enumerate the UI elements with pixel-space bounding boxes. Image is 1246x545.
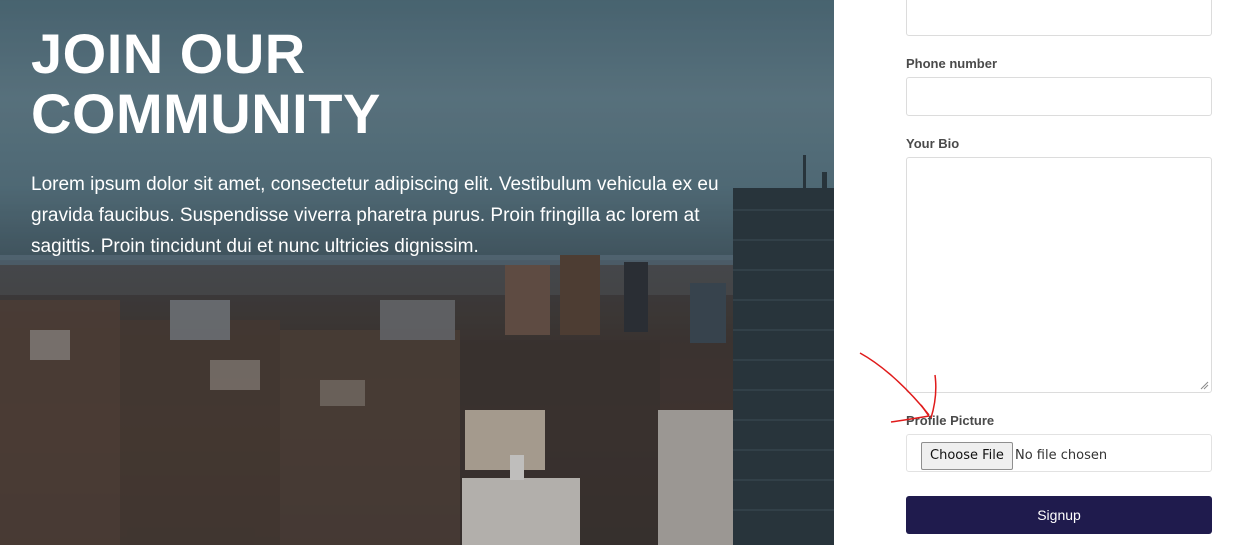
- resize-grip-icon[interactable]: [1200, 381, 1209, 390]
- phone-label: Phone number: [906, 56, 998, 71]
- signup-button[interactable]: Signup: [906, 496, 1212, 534]
- hero-description: Lorem ipsum dolor sit amet, consectetur …: [31, 174, 719, 257]
- profile-picture-input[interactable]: Choose File No file chosen: [906, 434, 1212, 472]
- choose-file-button[interactable]: Choose File: [921, 442, 1013, 470]
- hero-title: JOIN OUR COMMUNITY: [31, 24, 381, 144]
- top-text-field[interactable]: [906, 0, 1212, 36]
- annotation-arrow-scribble: [859, 352, 937, 423]
- bio-textarea[interactable]: [906, 157, 1212, 393]
- bio-label: Your Bio: [906, 136, 960, 151]
- file-status-text: No file chosen: [1015, 448, 1108, 463]
- phone-field[interactable]: [906, 77, 1212, 116]
- hero-title-line-1: JOIN OUR: [31, 22, 306, 85]
- hero-title-line-2: COMMUNITY: [31, 82, 381, 145]
- hero-panel: JOIN OUR COMMUNITY Lorem ipsum dolor sit…: [0, 0, 834, 545]
